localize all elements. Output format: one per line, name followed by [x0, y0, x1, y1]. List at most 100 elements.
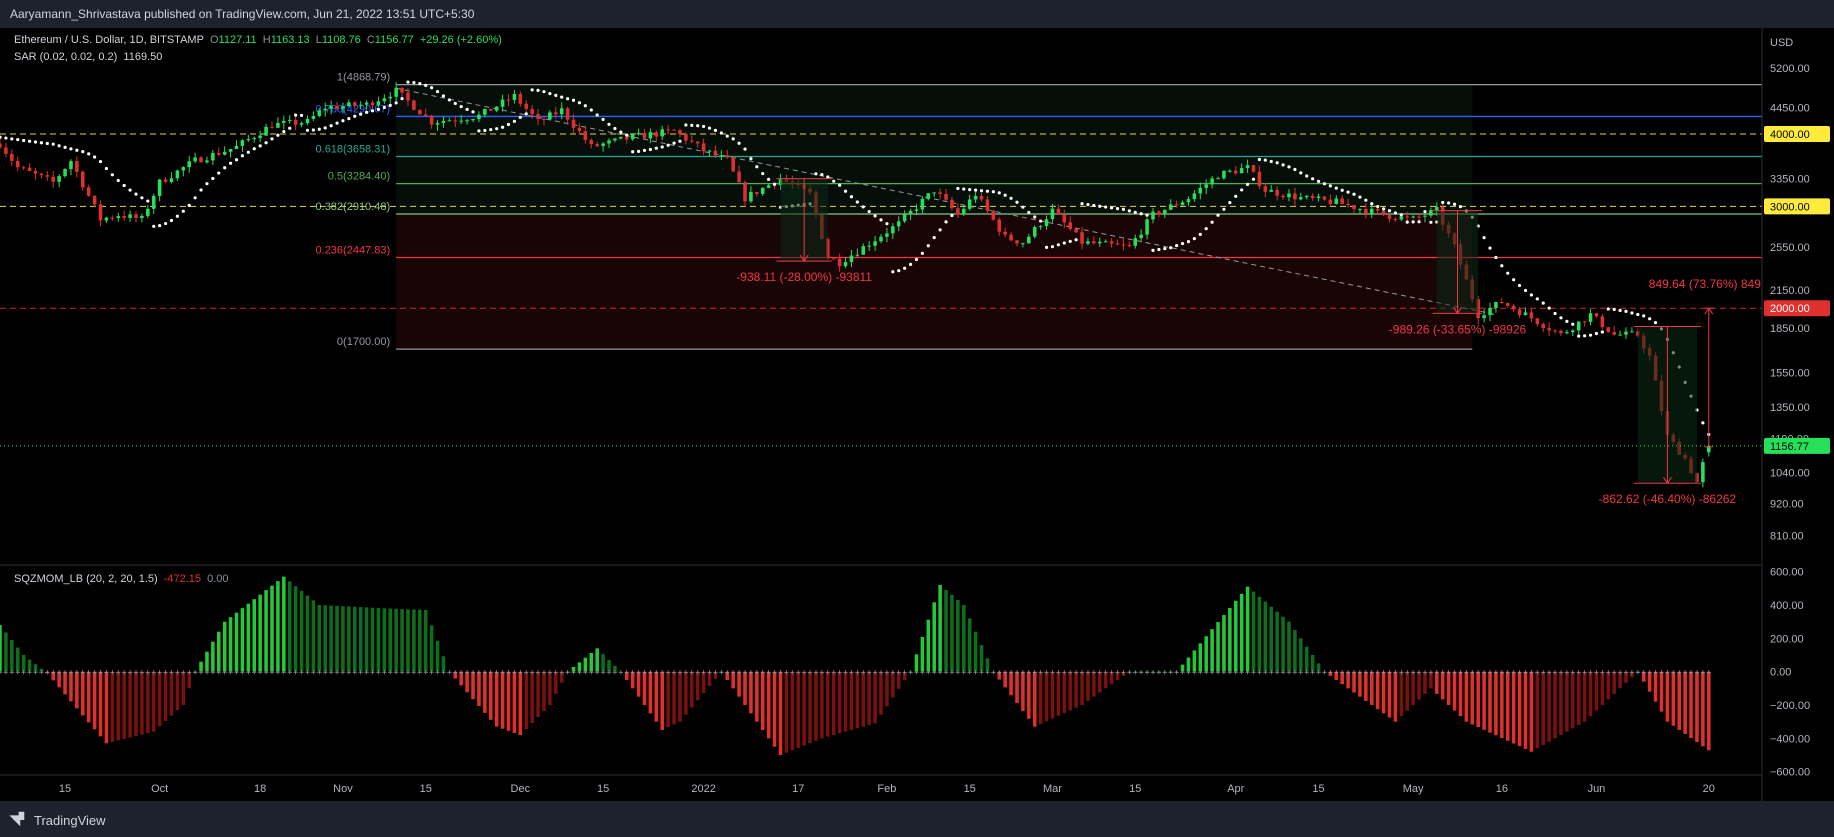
candle-body: [15, 160, 20, 168]
sar-dot: [1529, 293, 1534, 297]
squeeze-marker: +: [346, 668, 351, 678]
xaxis-tick-label: Oct: [151, 783, 168, 795]
momentum-bar: [1588, 671, 1593, 717]
candle-body: [1080, 232, 1084, 244]
squeeze-marker: +: [754, 668, 759, 678]
sar-dot: [631, 150, 635, 154]
candle-body: [1074, 229, 1078, 233]
candle-body: [423, 114, 428, 116]
squeeze-marker: +: [677, 668, 682, 678]
candle-body: [376, 101, 381, 106]
momentum-bar: [157, 671, 162, 727]
squeeze-marker: +: [1221, 668, 1226, 678]
sar-label: SAR (0.02, 0.02, 0.2): [14, 51, 118, 63]
momentum-bar: [1576, 671, 1581, 725]
candle-body: [873, 241, 877, 246]
price-level-tag: 2000.00: [1770, 303, 1810, 315]
momentum-bar: [849, 671, 854, 730]
sar-dot: [93, 155, 97, 159]
momentum-bar: [364, 607, 369, 672]
yaxis-tick-label: 3350.00: [1770, 174, 1810, 186]
squeeze-marker: +: [760, 668, 765, 678]
squeeze-marker: +: [1180, 668, 1185, 678]
footer-bar: ◥▘ TradingView: [0, 801, 1834, 837]
squeeze-marker: +: [27, 668, 32, 678]
squeeze-marker: +: [127, 668, 132, 678]
momentum-bar: [973, 631, 978, 672]
momentum-bar: [518, 671, 523, 735]
squeeze-marker: +: [1345, 668, 1350, 678]
sar-dot: [914, 257, 919, 262]
candle-body: [418, 109, 422, 115]
osc-tick-label: 600.00: [1770, 567, 1804, 579]
candle-body: [938, 192, 942, 194]
squeeze-marker: +: [1115, 668, 1120, 678]
momentum-bar: [1299, 638, 1303, 672]
sar-dot: [962, 187, 966, 191]
squeeze-marker: +: [1612, 668, 1617, 678]
indicator-value2: 0.00: [207, 573, 229, 585]
momentum-bar: [950, 595, 954, 672]
momentum-bar: [1582, 671, 1587, 722]
momentum-bar: [4, 632, 8, 672]
squeeze-marker: +: [985, 668, 990, 678]
sar-dot: [1009, 196, 1013, 200]
sar-dot: [1447, 201, 1451, 205]
sar-dot: [512, 119, 517, 123]
sar-dot: [1287, 165, 1291, 169]
yaxis-tick-label: 920.00: [1770, 498, 1804, 510]
squeeze-marker: +: [949, 668, 954, 678]
candle-body: [1547, 328, 1551, 331]
squeeze-marker: +: [1328, 668, 1333, 678]
momentum-bar: [1689, 671, 1693, 739]
candle-body: [536, 114, 540, 119]
sar-dot: [1269, 159, 1273, 164]
candle-body: [1021, 243, 1025, 245]
candle-body: [181, 167, 186, 171]
sar-dot: [199, 188, 203, 192]
sar-dot: [1080, 202, 1084, 206]
candle-body: [1588, 313, 1593, 322]
candle-body: [364, 102, 369, 105]
chart-canvas[interactable]: 1(4868.79)0.786(4290.67)0.618(3658.31)0.…: [0, 0, 1834, 837]
candle-body: [412, 100, 416, 110]
squeeze-marker: +: [1659, 668, 1664, 678]
squeeze-marker: +: [1694, 668, 1699, 678]
squeeze-marker: +: [1464, 668, 1469, 678]
candle-body: [246, 139, 251, 141]
brand[interactable]: ◥▘ TradingView: [10, 812, 106, 828]
squeeze-marker: +: [1700, 668, 1705, 678]
candle-body: [619, 136, 623, 139]
candle-body: [1086, 241, 1090, 244]
yaxis-tick-label: 1550.00: [1770, 367, 1810, 379]
candle-body: [1334, 198, 1339, 204]
sar-dot: [832, 179, 836, 183]
candle-body: [642, 132, 647, 139]
momentum-bar: [760, 671, 765, 730]
squeeze-marker: +: [577, 668, 582, 678]
candle-body: [1281, 195, 1285, 198]
squeeze-marker: +: [1564, 668, 1569, 678]
sar-dot: [938, 228, 942, 232]
sar-dot: [376, 107, 381, 111]
candle-body: [737, 171, 741, 183]
sar-dot: [1553, 311, 1557, 316]
symbol-legend: Ethereum / U.S. Dollar, 1D, BITSTAMP O11…: [14, 34, 505, 46]
price-panel[interactable]: 1(4868.79)0.786(4290.67)0.618(3658.31)0.…: [0, 72, 1775, 507]
xaxis-tick-label: 15: [59, 783, 71, 795]
candle-body: [843, 262, 848, 267]
sar-dot: [1115, 206, 1120, 211]
momentum-panel[interactable]: + + + + + + + + + + + + + + + + + + + + + + + + + + + + + + + + + + + + + + + +…: [0, 576, 1711, 755]
momentum-bar: [1500, 671, 1504, 739]
candle-body: [666, 129, 670, 131]
candle-body: [57, 176, 61, 182]
xaxis-tick-label: Apr: [1227, 783, 1244, 795]
momentum-bar: [1204, 636, 1208, 672]
xaxis-tick-label: Mar: [1043, 783, 1062, 795]
squeeze-marker: +: [1186, 668, 1191, 678]
sar-dot: [228, 161, 233, 165]
sar-dot: [843, 189, 848, 193]
squeeze-marker: +: [595, 668, 600, 678]
squeeze-marker: +: [1481, 668, 1486, 678]
momentum-bar: [140, 671, 144, 735]
